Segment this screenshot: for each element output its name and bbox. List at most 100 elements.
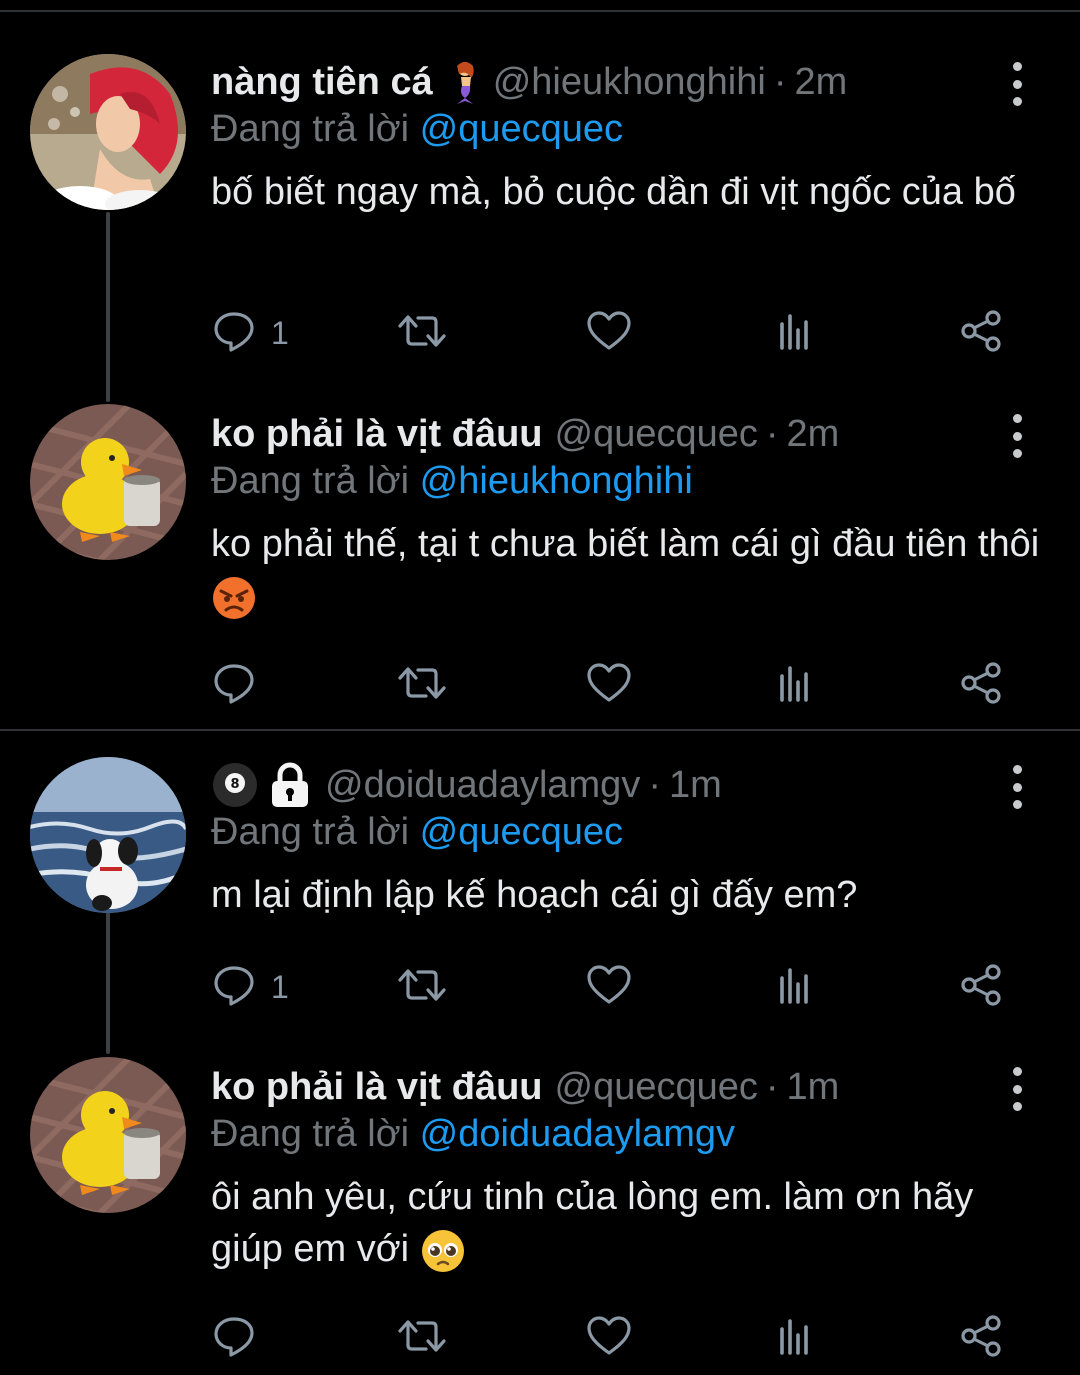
tweet-actions: 1 bbox=[211, 962, 1021, 1012]
avatar[interactable] bbox=[30, 54, 186, 210]
angry-face-emoji-icon bbox=[213, 576, 255, 619]
tweet-actions bbox=[211, 660, 1021, 710]
display-name[interactable]: ko phải là vịt đâuu bbox=[211, 1066, 543, 1109]
tweet-text-wrap: ko phải thế, tại t chưa biết làm cái gì … bbox=[211, 518, 1051, 622]
reply-icon bbox=[211, 308, 257, 359]
timestamp[interactable]: 1m bbox=[669, 764, 722, 807]
pleading-face-emoji-icon bbox=[421, 1229, 464, 1272]
retweet-button[interactable] bbox=[396, 660, 448, 710]
reply-count: 1 bbox=[271, 968, 289, 1005]
views-icon bbox=[776, 962, 816, 1013]
reply-prefix: Đang trả lời bbox=[211, 1113, 410, 1155]
dot-separator: · bbox=[765, 412, 779, 455]
share-icon bbox=[959, 660, 1005, 711]
sea-dog-avatar-image bbox=[30, 757, 186, 913]
share-icon bbox=[959, 1313, 1005, 1364]
more-icon[interactable] bbox=[1000, 765, 1034, 809]
duck-avatar-image bbox=[30, 1057, 186, 1213]
duck-avatar-image bbox=[30, 404, 186, 560]
dot-separator: · bbox=[773, 60, 787, 103]
tweet-header: ko phải là vịt đâuu @quecquec · 2m bbox=[211, 404, 839, 464]
views-button[interactable] bbox=[776, 660, 816, 710]
tweet-header: 8 @doiduadaylamgv · 1m bbox=[211, 755, 722, 815]
tweet-text: m lại định lập kế hoạch cái gì đấy em? bbox=[211, 874, 858, 916]
like-button[interactable] bbox=[585, 660, 633, 710]
views-icon bbox=[776, 308, 816, 359]
like-icon bbox=[585, 1313, 633, 1364]
reply-button[interactable]: 1 bbox=[211, 308, 289, 358]
like-icon bbox=[585, 660, 633, 711]
retweet-icon bbox=[396, 962, 448, 1013]
more-icon[interactable] bbox=[1000, 1067, 1034, 1111]
tweet-text: ko phải thế, tại t chưa biết làm cái gì … bbox=[211, 523, 1040, 565]
8-ball-emoji-icon: 8 bbox=[213, 763, 257, 807]
views-icon bbox=[776, 660, 816, 711]
mermaid-emoji-icon bbox=[456, 62, 474, 104]
lock-icon bbox=[272, 762, 308, 807]
tweet-text: ôi anh yêu, cứu tinh của lòng em. làm ơn… bbox=[211, 1176, 974, 1270]
tweet-header: nàng tiên cá @hieukhonghihi · 2m bbox=[211, 52, 847, 112]
share-icon bbox=[959, 962, 1005, 1013]
share-icon bbox=[959, 308, 1005, 359]
retweet-button[interactable] bbox=[396, 1313, 448, 1363]
top-separator bbox=[0, 10, 1080, 12]
dot-separator: · bbox=[648, 763, 661, 806]
handle[interactable]: @doiduadaylamgv bbox=[325, 764, 640, 807]
tweet-actions: 1 bbox=[211, 308, 1021, 358]
reply-count: 1 bbox=[271, 314, 289, 351]
tweet-text-wrap: ôi anh yêu, cứu tinh của lòng em. làm ơn… bbox=[211, 1171, 1051, 1275]
like-button[interactable] bbox=[585, 962, 633, 1012]
tweet-actions bbox=[211, 1313, 1021, 1363]
tweet-header: ko phải là vịt đâuu @quecquec · 1m bbox=[211, 1057, 839, 1117]
svg-text:8: 8 bbox=[230, 777, 239, 792]
reply-context: Đang trả lời @quecquec bbox=[211, 811, 623, 854]
display-name[interactable]: ko phải là vịt đâuu bbox=[211, 413, 543, 456]
timestamp[interactable]: 1m bbox=[787, 1066, 840, 1109]
reply-prefix: Đang trả lời bbox=[211, 108, 410, 150]
mermaid-avatar-image bbox=[30, 54, 186, 210]
views-button[interactable] bbox=[776, 1313, 816, 1363]
reply-button[interactable] bbox=[211, 1313, 271, 1363]
retweet-button[interactable] bbox=[396, 308, 448, 358]
reply-mention[interactable]: @doiduadaylamgv bbox=[420, 1113, 735, 1155]
reply-context: Đang trả lời @hieukhonghihi bbox=[211, 460, 693, 503]
share-button[interactable] bbox=[959, 660, 1005, 710]
more-icon[interactable] bbox=[1000, 414, 1034, 458]
reply-button[interactable]: 1 bbox=[211, 962, 289, 1012]
views-icon bbox=[776, 1313, 816, 1364]
reply-icon bbox=[211, 1313, 257, 1364]
avatar[interactable] bbox=[30, 1057, 186, 1213]
views-button[interactable] bbox=[776, 962, 816, 1012]
reply-context: Đang trả lời @doiduadaylamgv bbox=[211, 1113, 735, 1156]
display-name[interactable]: nàng tiên cá bbox=[211, 61, 433, 104]
reply-prefix: Đang trả lời bbox=[211, 811, 410, 853]
handle[interactable]: @hieukhonghihi bbox=[493, 61, 766, 104]
share-button[interactable] bbox=[959, 962, 1005, 1012]
reply-mention[interactable]: @quecquec bbox=[420, 811, 623, 853]
reply-prefix: Đang trả lời bbox=[211, 460, 410, 502]
retweet-icon bbox=[396, 1313, 448, 1364]
thread-connector bbox=[106, 912, 110, 1054]
timestamp[interactable]: 2m bbox=[787, 413, 840, 456]
handle[interactable]: @quecquec bbox=[555, 413, 758, 456]
timestamp[interactable]: 2m bbox=[794, 61, 847, 104]
share-button[interactable] bbox=[959, 1313, 1005, 1363]
reply-context: Đang trả lời @quecquec bbox=[211, 108, 623, 151]
views-button[interactable] bbox=[776, 308, 816, 358]
thread-connector bbox=[106, 212, 110, 402]
handle[interactable]: @quecquec bbox=[555, 1066, 758, 1109]
conversation-divider bbox=[0, 729, 1080, 731]
share-button[interactable] bbox=[959, 308, 1005, 358]
reply-icon bbox=[211, 660, 257, 711]
like-icon bbox=[585, 962, 633, 1013]
like-button[interactable] bbox=[585, 308, 633, 358]
more-icon[interactable] bbox=[1000, 62, 1034, 106]
reply-mention[interactable]: @quecquec bbox=[420, 108, 623, 150]
reply-button[interactable] bbox=[211, 660, 271, 710]
dot-separator: · bbox=[765, 1065, 779, 1108]
avatar[interactable] bbox=[30, 404, 186, 560]
like-button[interactable] bbox=[585, 1313, 633, 1363]
reply-mention[interactable]: @hieukhonghihi bbox=[420, 460, 693, 502]
avatar[interactable] bbox=[30, 757, 186, 913]
retweet-button[interactable] bbox=[396, 962, 448, 1012]
